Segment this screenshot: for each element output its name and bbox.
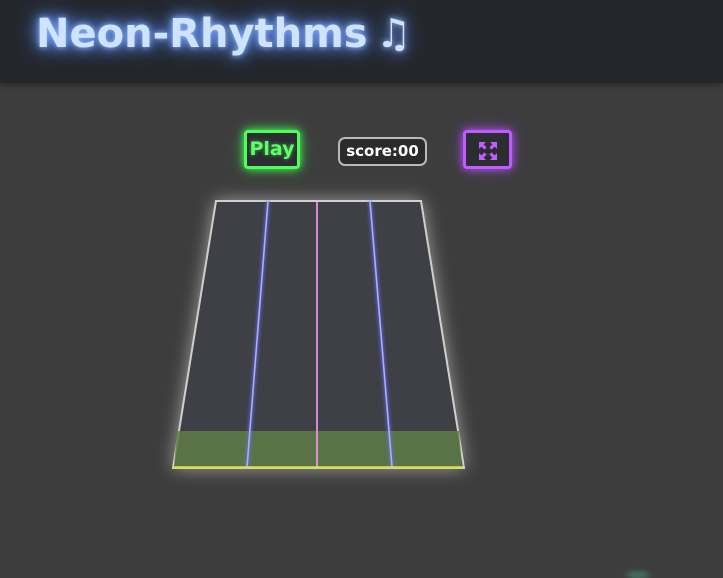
app-title: Neon-Rhythms ♫ [36,8,411,60]
play-button[interactable]: Play [244,130,300,169]
fullscreen-button[interactable] [463,130,512,169]
corner-glow [626,572,650,578]
music-note-icon: ♫ [375,11,412,57]
expand-arrows-icon [479,142,497,160]
header-bar: Neon-Rhythms ♫ [0,0,723,83]
app-title-text: Neon-Rhythms [36,11,368,57]
score-display: score:00 [338,137,427,166]
note-highway [171,200,466,469]
